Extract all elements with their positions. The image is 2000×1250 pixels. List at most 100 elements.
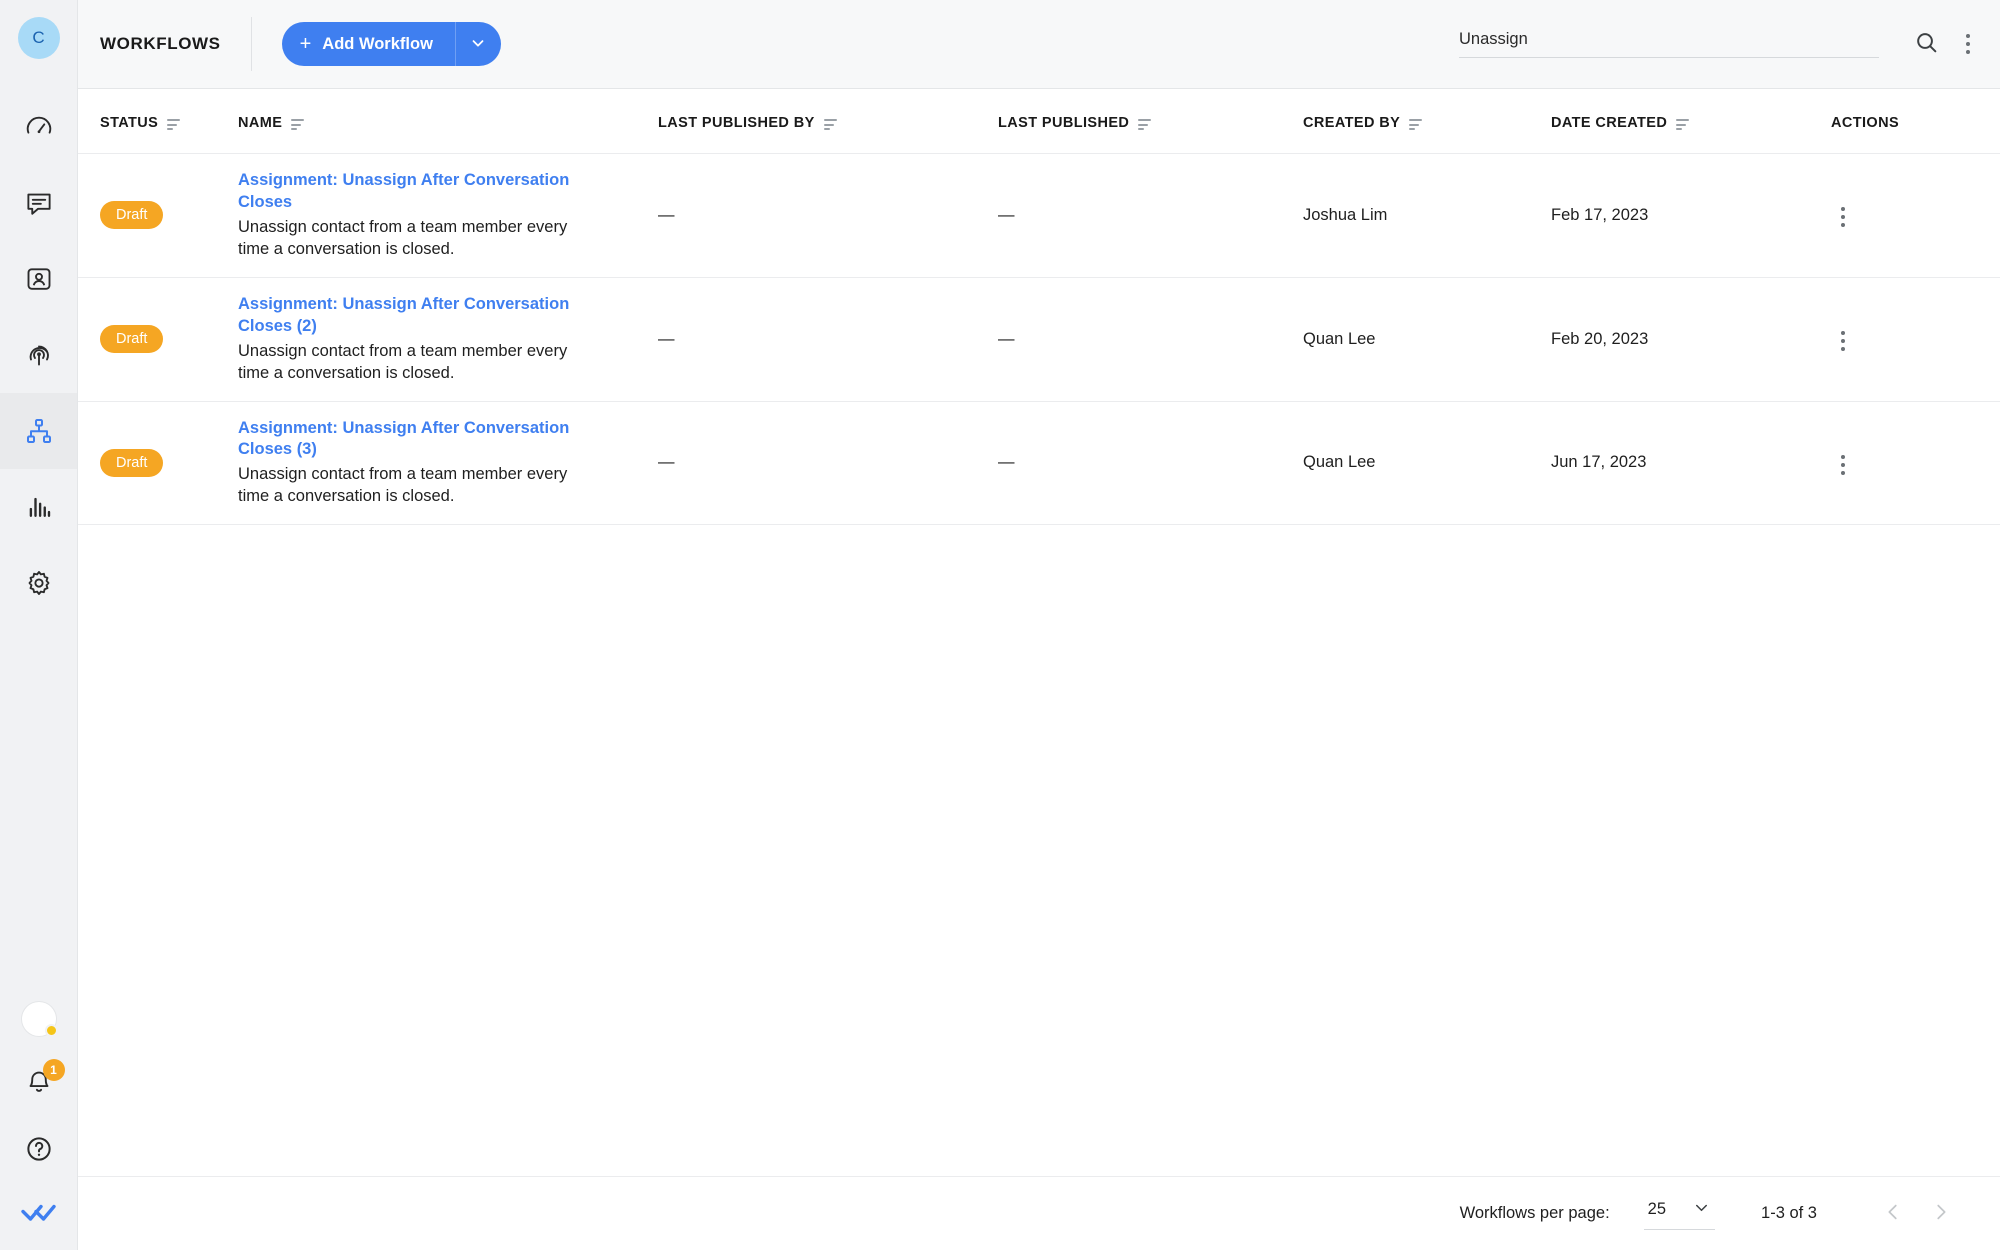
add-workflow-dropdown-button[interactable] (454, 22, 501, 66)
previous-page-button[interactable] (1869, 1190, 1917, 1238)
workflow-description: Unassign contact from a team member ever… (238, 341, 568, 382)
settings-icon (24, 568, 54, 598)
row-actions-button[interactable] (1831, 201, 1855, 233)
table-footer: Workflows per page: 25 1-3 of 3 (78, 1176, 2000, 1250)
column-header-name[interactable]: NAME (238, 89, 658, 154)
notification-badge: 1 (42, 1058, 65, 1081)
search-button[interactable] (1905, 23, 1947, 65)
sort-icon (1138, 116, 1152, 130)
sort-icon (1409, 116, 1423, 130)
cell-date-created: Feb 20, 2023 (1551, 277, 1831, 402)
reports-icon (24, 492, 54, 522)
workspace-avatar[interactable]: C (17, 17, 60, 59)
main-area: WORKFLOWS + Add Workflow Unassign STATUS… (78, 0, 2000, 1250)
workflow-name-link[interactable]: Assignment: Unassign After Conversation … (238, 170, 593, 214)
cell-last-published: — (998, 153, 1303, 278)
row-actions-button[interactable] (1831, 325, 1855, 357)
table-header-row: STATUS NAME LAST PUBLISHED BY LAST PUBLI… (78, 89, 2000, 154)
table-row[interactable]: Draft Assignment: Unassign After Conversa… (78, 277, 2000, 402)
sidebar-nav (0, 89, 77, 621)
table-row[interactable]: Draft Assignment: Unassign After Conversa… (78, 401, 2000, 526)
left-sidebar: C 1 (0, 0, 78, 1250)
chevron-down-icon (1692, 1198, 1711, 1222)
status-badge: Draft (100, 448, 164, 477)
cell-last-published-by: — (658, 153, 998, 278)
messages-icon (24, 188, 54, 218)
sidebar-user-avatar[interactable] (0, 986, 77, 1052)
cell-last-published: — (998, 277, 1303, 402)
broadcasts-icon (24, 340, 54, 370)
column-label-last-published-by: LAST PUBLISHED BY (658, 115, 815, 131)
status-badge: Draft (100, 201, 164, 230)
search-field (1459, 30, 1879, 58)
cell-created-by: Quan Lee (1303, 277, 1551, 402)
cell-name: Assignment: Unassign After Conversation … (238, 401, 658, 526)
add-workflow-button[interactable]: + Add Workflow (281, 22, 455, 66)
workflow-description: Unassign contact from a team member ever… (238, 217, 568, 258)
table-row[interactable]: Draft Assignment: Unassign After Conversa… (78, 153, 2000, 278)
header-divider (250, 17, 252, 71)
last-published-by-value: — (658, 205, 675, 224)
cell-actions (1831, 153, 2000, 278)
workflow-name-link[interactable]: Assignment: Unassign After Conversation … (238, 418, 593, 462)
search-input[interactable] (1459, 30, 1879, 49)
top-bar: WORKFLOWS + Add Workflow (78, 0, 2000, 89)
column-label-last-published: LAST PUBLISHED (998, 115, 1130, 131)
column-label-actions: ACTIONS (1831, 115, 1900, 131)
workflow-name-link[interactable]: Assignment: Unassign After Conversation … (238, 294, 593, 338)
table-body: Draft Assignment: Unassign After Conversa… (78, 153, 2000, 526)
column-header-status[interactable]: STATUS (78, 89, 238, 154)
top-bar-right (1459, 23, 1989, 65)
sort-icon (291, 116, 305, 130)
cell-last-published: — (998, 401, 1303, 526)
cell-name: Assignment: Unassign After Conversation … (238, 153, 658, 278)
column-label-name: NAME (238, 115, 283, 131)
brand-logo[interactable] (0, 1184, 77, 1250)
sidebar-item-help[interactable] (0, 1118, 77, 1184)
sidebar-item-reports[interactable] (0, 469, 77, 545)
app-root: C 1 WORKFLOWS + Add Workflow Unassign ST… (0, 0, 2000, 1250)
column-label-date-created: DATE CREATED (1551, 115, 1668, 131)
cell-actions (1831, 401, 2000, 526)
dashboard-icon (24, 112, 54, 142)
sidebar-item-settings[interactable] (0, 545, 77, 621)
status-dot-icon (44, 1024, 58, 1037)
column-label-created-by: CREATED BY (1303, 115, 1401, 131)
table-head: STATUS NAME LAST PUBLISHED BY LAST PUBLI… (78, 89, 2000, 154)
last-published-value: — (998, 205, 1015, 224)
column-header-last-published[interactable]: LAST PUBLISHED (998, 89, 1303, 154)
column-header-date-created[interactable]: DATE CREATED (1551, 89, 1831, 154)
next-page-button[interactable] (1917, 1190, 1965, 1238)
search-icon (1914, 30, 1939, 58)
last-published-by-value: — (658, 453, 675, 472)
chevron-down-icon (469, 34, 487, 55)
sidebar-item-notifications[interactable]: 1 (0, 1052, 77, 1118)
cell-last-published-by: — (658, 277, 998, 402)
column-label-status: STATUS (100, 115, 159, 131)
last-published-by-value: — (658, 329, 675, 348)
more-options-button[interactable] (1947, 23, 1989, 65)
add-workflow-label: Add Workflow (322, 34, 433, 53)
bell-icon (24, 1071, 54, 1102)
cell-date-created: Jun 17, 2023 (1551, 401, 1831, 526)
pagination-range: 1-3 of 3 (1761, 1204, 1817, 1222)
contacts-icon (24, 264, 54, 294)
sidebar-item-contacts[interactable] (0, 241, 77, 317)
per-page-select[interactable]: 25 (1643, 1198, 1716, 1230)
column-header-created-by[interactable]: CREATED BY (1303, 89, 1551, 154)
sidebar-item-workflows[interactable] (0, 393, 77, 469)
row-actions-button[interactable] (1831, 449, 1855, 481)
column-header-actions: ACTIONS (1831, 89, 2000, 154)
cell-created-by: Quan Lee (1303, 401, 1551, 526)
column-header-last-published-by[interactable]: LAST PUBLISHED BY (658, 89, 998, 154)
sort-icon (167, 116, 181, 130)
sort-icon (823, 116, 837, 130)
sort-icon (1676, 116, 1690, 130)
workflows-table-area: STATUS NAME LAST PUBLISHED BY LAST PUBLI… (78, 89, 2000, 1176)
cell-status: Draft (78, 401, 238, 526)
sidebar-item-broadcasts[interactable] (0, 317, 77, 393)
sidebar-item-messages[interactable] (0, 165, 77, 241)
cell-name: Assignment: Unassign After Conversation … (238, 277, 658, 402)
cell-created-by: Joshua Lim (1303, 153, 1551, 278)
sidebar-item-dashboard[interactable] (0, 89, 77, 165)
